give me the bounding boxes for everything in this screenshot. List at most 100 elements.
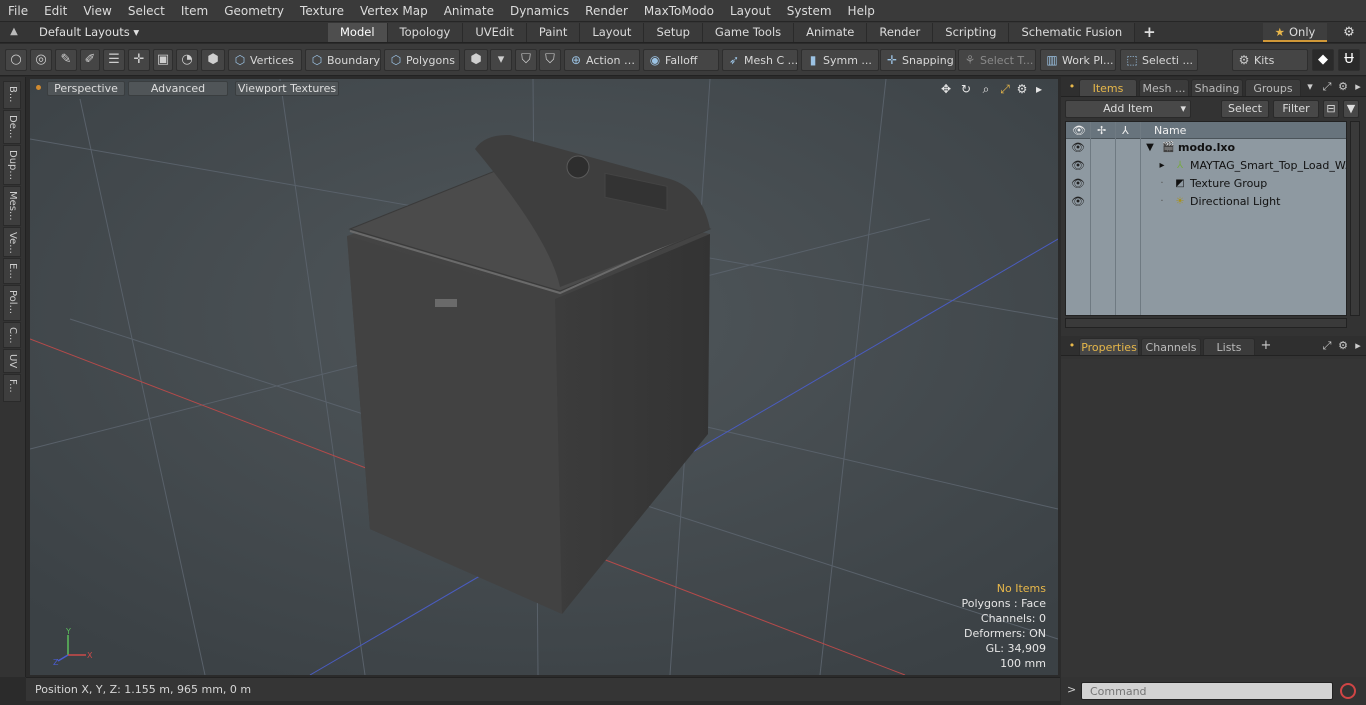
layout-collapse-icon[interactable]: ▲ [8, 26, 20, 38]
tab-groups[interactable]: Groups [1245, 79, 1301, 96]
tree-row-directional-light[interactable]: 👁 · ☀ Directional Light [1066, 193, 1346, 211]
tab-paint[interactable]: Paint [526, 23, 581, 42]
globe-icon[interactable]: ◎ [30, 49, 52, 71]
menu-edit[interactable]: Edit [36, 0, 75, 22]
menu-vertex-map[interactable]: Vertex Map [352, 0, 436, 22]
select-through-button[interactable]: ⚘ Select T... [958, 49, 1036, 71]
3d-viewport[interactable]: Perspective Advanced Viewport Textures ✥… [30, 79, 1058, 675]
unity-icon[interactable]: ◆ [1312, 49, 1334, 71]
tree-vertical-scrollbar[interactable] [1350, 121, 1360, 316]
expand-arrow-icon[interactable]: ▸ [1156, 157, 1168, 175]
menu-item[interactable]: Item [173, 0, 216, 22]
expand-arrow-icon[interactable]: ▼ [1144, 139, 1156, 157]
collapse-icon[interactable]: ⊟ [1323, 100, 1339, 118]
tree-row-scene[interactable]: 👁 ▼ 🎬 modo.lxo [1066, 139, 1346, 157]
unreal-icon[interactable]: Ʉ [1338, 49, 1360, 71]
left-tab-curve[interactable]: C... [3, 322, 21, 348]
left-tab-fusion[interactable]: F... [3, 374, 21, 402]
menu-layout[interactable]: Layout [722, 0, 779, 22]
lock-column-icon[interactable]: ✢ [1097, 122, 1106, 139]
vertices-button[interactable]: ⬡ Vertices [228, 49, 302, 71]
viewport-textures-button[interactable]: Viewport Textures [235, 81, 339, 96]
tab-schematic-fusion[interactable]: Schematic Fusion [1009, 23, 1136, 42]
left-tab-edge[interactable]: E... [3, 258, 21, 284]
pivot-shield-icon[interactable]: ⛉ [539, 49, 561, 71]
snapping-button[interactable]: ✛ Snapping [880, 49, 956, 71]
tab-model[interactable]: Model [328, 23, 388, 42]
menu-texture[interactable]: Texture [292, 0, 352, 22]
tab-topology[interactable]: Topology [387, 23, 464, 42]
tab-items[interactable]: Items [1079, 79, 1137, 96]
tab-layout[interactable]: Layout [580, 23, 645, 42]
select-circle-icon[interactable]: ○ [5, 49, 27, 71]
align-icon[interactable]: ☰ [103, 49, 125, 71]
tabs-dropdown-icon[interactable]: ▾ [1303, 79, 1317, 95]
viewport-menu-arrow-icon[interactable]: ▸ [1031, 81, 1047, 97]
pen-icon[interactable]: ✎ [55, 49, 77, 71]
menu-geometry[interactable]: Geometry [216, 0, 292, 22]
gear-icon[interactable]: ⚙ [1340, 24, 1358, 41]
work-plane-button[interactable]: ▥ Work Pl... [1040, 49, 1116, 71]
selection-sets-button[interactable]: ⬚ Selecti ... [1120, 49, 1198, 71]
add-tab-button[interactable]: + [1259, 338, 1273, 354]
left-tab-basic[interactable]: B... [3, 81, 21, 109]
funnel-icon[interactable]: ▼ [1343, 100, 1359, 118]
action-center-button[interactable]: ⊕ Action … [564, 49, 640, 71]
tree-row-texture-group[interactable]: 👁 · ◩ Texture Group [1066, 175, 1346, 193]
symmetry-button[interactable]: ▮ Symm ... [801, 49, 879, 71]
name-column-header[interactable]: Name [1154, 122, 1186, 139]
symmetry-shield-icon[interactable]: ⛉ [515, 49, 537, 71]
menu-view[interactable]: View [75, 0, 119, 22]
center-icon[interactable]: ✛ [128, 49, 150, 71]
panel-arrow-icon[interactable]: ▸ [1351, 338, 1365, 354]
visibility-column-icon[interactable]: 👁 [1072, 122, 1086, 139]
record-macro-icon[interactable] [1340, 683, 1356, 699]
panel-gear-icon[interactable]: ⚙ [1336, 79, 1350, 95]
left-tab-polygon[interactable]: Pol... [3, 285, 21, 321]
filter-button[interactable]: Filter [1273, 100, 1319, 118]
left-tab-mesh-edit[interactable]: Mes... [3, 186, 21, 226]
falloff-button[interactable]: ◉ Falloff [643, 49, 719, 71]
left-tab-uv[interactable]: UV [3, 349, 21, 373]
menu-select[interactable]: Select [120, 0, 173, 22]
select-button[interactable]: Select [1221, 100, 1269, 118]
kits-button[interactable]: ⚙ Kits [1232, 49, 1308, 71]
move-view-icon[interactable]: ✥ [938, 81, 954, 97]
tab-properties[interactable]: Properties [1079, 338, 1139, 355]
tab-lists[interactable]: Lists [1203, 338, 1255, 355]
square-target-icon[interactable]: ▣ [153, 49, 173, 71]
add-item-button[interactable]: Add Item ▾ [1065, 100, 1191, 118]
tab-channels[interactable]: Channels [1141, 338, 1201, 355]
command-history-arrow[interactable]: > [1067, 683, 1076, 696]
tab-setup[interactable]: Setup [644, 23, 703, 42]
command-input[interactable] [1081, 682, 1333, 700]
type-column-icon[interactable]: ⅄ [1122, 122, 1129, 139]
brush-icon[interactable]: ✐ [80, 49, 100, 71]
eye-icon[interactable]: 👁 [1070, 175, 1086, 193]
menu-system[interactable]: System [779, 0, 840, 22]
tab-shading[interactable]: Shading [1191, 79, 1243, 96]
menu-animate[interactable]: Animate [436, 0, 502, 22]
menu-file[interactable]: File [0, 0, 36, 22]
left-tab-duplicate[interactable]: Dup... [3, 145, 21, 185]
tab-game-tools[interactable]: Game Tools [702, 23, 795, 42]
zoom-view-icon[interactable]: ⌕ [978, 81, 994, 97]
left-tab-vertex[interactable]: Ve... [3, 227, 21, 257]
eye-icon[interactable]: 👁 [1070, 157, 1086, 175]
panel-arrow-icon[interactable]: ▸ [1351, 79, 1365, 95]
maximize-view-icon[interactable]: ⤢ [997, 81, 1013, 97]
panel-gear-icon[interactable]: ⚙ [1336, 338, 1350, 354]
panel-maximize-icon[interactable]: ⤢ [1320, 338, 1334, 354]
mesh-constraint-button[interactable]: ➶ Mesh C ... [722, 49, 798, 71]
tree-horizontal-scrollbar[interactable] [1065, 318, 1347, 328]
tab-uvedit[interactable]: UVEdit [463, 23, 527, 42]
menu-render[interactable]: Render [577, 0, 636, 22]
menu-help[interactable]: Help [840, 0, 883, 22]
chevron-down-icon[interactable]: ▾ [490, 49, 512, 71]
add-tab-button[interactable]: + [1135, 23, 1164, 42]
advanced-button[interactable]: Advanced [128, 81, 228, 96]
tab-mesh[interactable]: Mesh ... [1139, 79, 1189, 96]
item-mode-icon[interactable]: ⬢ [201, 49, 225, 71]
boundary-button[interactable]: ⬡ Boundary [305, 49, 381, 71]
perspective-button[interactable]: Perspective [47, 81, 125, 96]
